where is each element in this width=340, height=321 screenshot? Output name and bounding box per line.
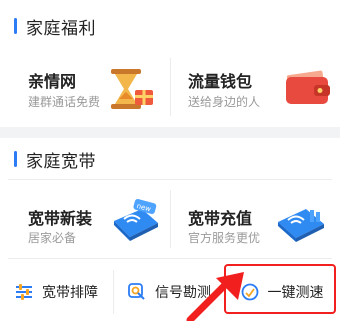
section-title-text: 家庭福利: [26, 18, 96, 39]
tool-broadband-troubleshoot[interactable]: 宽带排障: [0, 262, 113, 321]
title-accent-bar: [14, 18, 17, 34]
card-subtitle: 居家必备: [28, 231, 77, 245]
card-divider: [170, 58, 171, 116]
section-title: 家庭宽带: [14, 149, 96, 172]
section-divider: [8, 258, 332, 259]
hourglass-gift-icon: [111, 69, 153, 109]
annotation-arrow-icon: [186, 272, 244, 321]
card-subtitle: 建群通话免费: [28, 95, 101, 109]
sliders-icon: [16, 283, 32, 300]
card-subtitle: 送给身边的人: [188, 95, 261, 109]
red-wallet-icon: [286, 70, 330, 104]
card-title: 流量钱包: [188, 72, 253, 91]
card-subtitle: 官方服务更优: [188, 231, 261, 245]
router-new-icon: new: [114, 199, 158, 241]
family-benefits-section: 家庭福利 亲情网 建群通话免费 流量钱包 送给身边的人: [0, 0, 340, 127]
tool-label: 宽带排障: [42, 284, 98, 301]
card-divider: [170, 190, 171, 248]
section-divider: [8, 179, 332, 180]
card-title: 亲情网: [28, 72, 77, 91]
section-title-text: 家庭宽带: [26, 151, 96, 172]
card-title: 宽带新装: [28, 209, 93, 228]
card-title: 宽带充值: [188, 209, 253, 228]
router-topup-icon: [278, 209, 324, 242]
title-accent-bar: [14, 151, 17, 167]
section-title: 家庭福利: [14, 16, 96, 39]
magnifier-icon: [128, 282, 145, 300]
